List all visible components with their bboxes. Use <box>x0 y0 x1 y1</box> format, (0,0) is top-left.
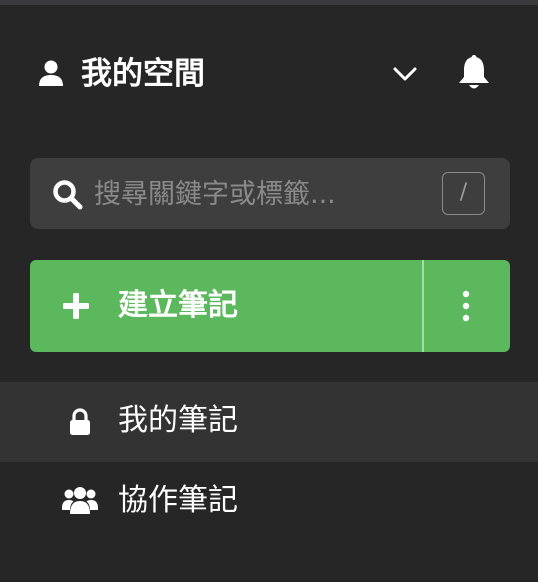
search-icon <box>53 180 83 210</box>
users-icon <box>62 487 98 514</box>
nav-item-collab-notes[interactable]: 協作筆記 <box>0 462 538 542</box>
user-icon <box>39 60 63 86</box>
create-note-button[interactable]: 建立筆記 <box>30 260 422 352</box>
search-shortcut-key: / <box>442 172 485 215</box>
top-border <box>0 0 538 5</box>
lock-icon <box>70 408 90 435</box>
workspace-header: 我的空間 <box>36 50 496 98</box>
search-input[interactable] <box>94 172 394 216</box>
nav-item-label: 我的筆記 <box>118 403 238 438</box>
nav-item-label: 協作筆記 <box>118 483 238 518</box>
workspace-title[interactable]: 我的空間 <box>81 52 205 96</box>
sidebar-panel: 我的空間 / 建立筆記 <box>0 0 538 582</box>
create-options-button[interactable] <box>424 260 510 352</box>
search-box: / <box>30 158 510 229</box>
create-note-button-group: 建立筆記 <box>30 260 510 352</box>
bell-icon[interactable] <box>457 55 491 91</box>
nav-item-my-notes[interactable]: 我的筆記 <box>0 382 538 462</box>
plus-icon <box>63 293 89 319</box>
chevron-down-icon[interactable] <box>392 64 418 84</box>
vertical-ellipsis-icon <box>462 290 470 322</box>
create-note-label: 建立筆記 <box>118 288 238 323</box>
